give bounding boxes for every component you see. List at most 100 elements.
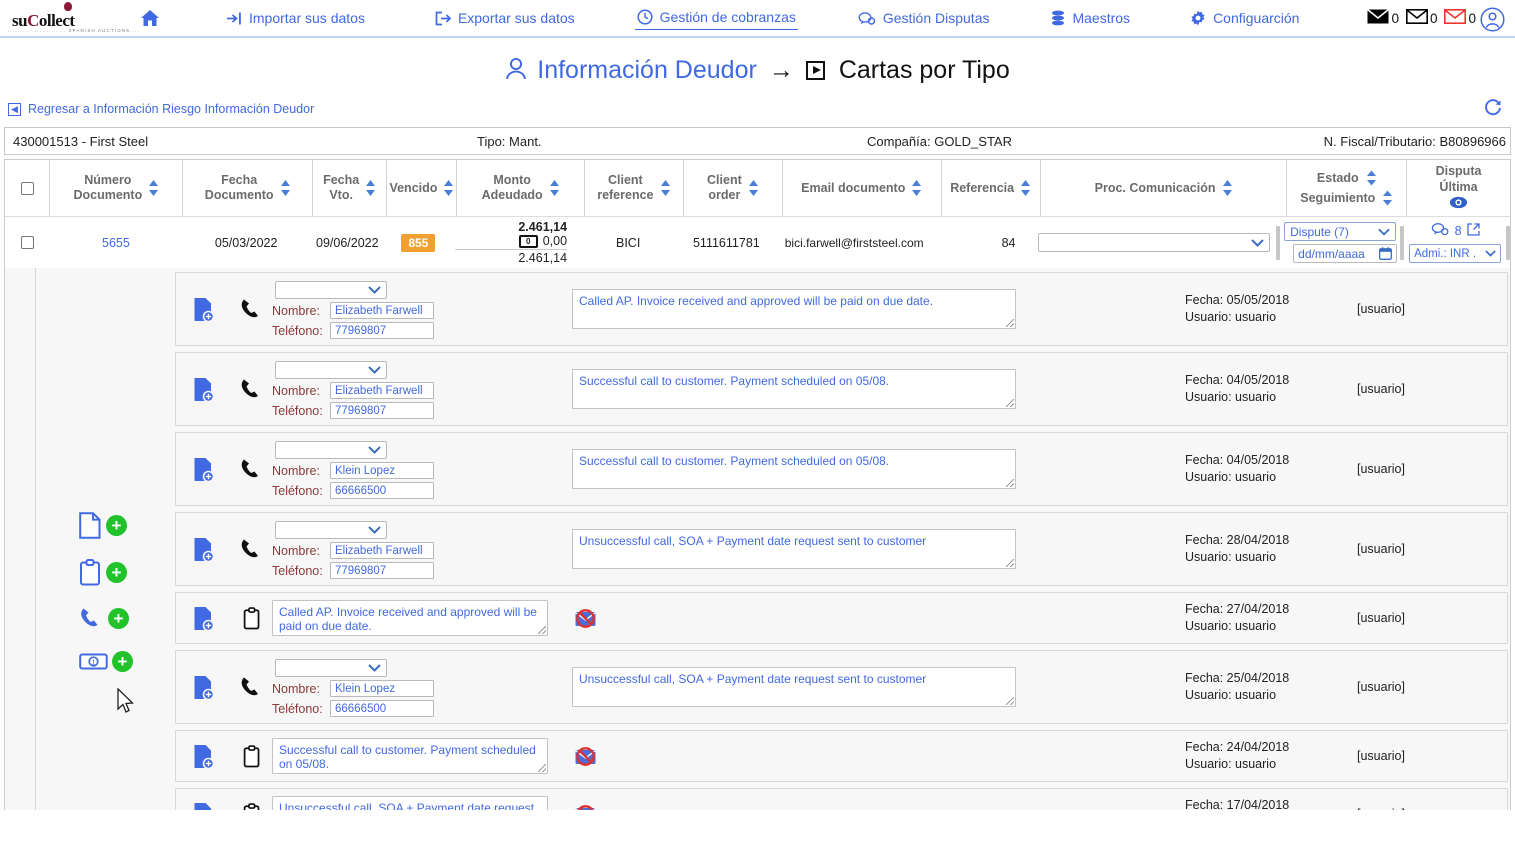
add-document-button[interactable] bbox=[79, 512, 133, 539]
sort-icon[interactable] bbox=[1222, 179, 1233, 197]
mail-blocked-button[interactable] bbox=[548, 593, 622, 643]
plus-badge-icon[interactable] bbox=[106, 562, 127, 583]
nombre-input[interactable]: Klein Lopez bbox=[330, 462, 434, 479]
seguimiento-date-input[interactable]: dd/mm/aaaa bbox=[1293, 244, 1398, 263]
activity-note-textarea[interactable]: Successful call to customer. Payment sch… bbox=[572, 369, 1016, 409]
header-referencia[interactable]: Referencia bbox=[942, 160, 1041, 216]
telefono-input[interactable]: 66666500 bbox=[330, 700, 434, 717]
add-call-button[interactable] bbox=[79, 606, 133, 631]
add-payment-button[interactable]: 1 bbox=[79, 651, 133, 672]
sort-icon[interactable] bbox=[280, 179, 291, 197]
attach-document-button[interactable] bbox=[176, 513, 232, 585]
table-row[interactable]: 5655 05/03/2022 09/06/2022 855 2.461,14 … bbox=[5, 216, 1510, 268]
sort-icon[interactable] bbox=[911, 179, 922, 197]
activity-item[interactable]: Nombre: Klein Lopez Teléfono: 66666500 S… bbox=[175, 432, 1508, 506]
add-note-button[interactable] bbox=[79, 559, 133, 586]
resize-handle[interactable] bbox=[1006, 697, 1014, 705]
resize-handle[interactable] bbox=[1006, 479, 1014, 487]
header-estado-seguimiento[interactable]: Estado Seguimiento bbox=[1287, 160, 1408, 216]
activity-note-textarea[interactable]: Unsuccessful call, SOA + Payment date re… bbox=[272, 796, 548, 810]
telefono-input[interactable]: 77969807 bbox=[330, 322, 434, 339]
activity-note-textarea[interactable]: Unsuccessful call, SOA + Payment date re… bbox=[572, 667, 1016, 707]
activity-note-textarea[interactable]: Called AP. Invoice received and approved… bbox=[272, 600, 548, 636]
user-avatar-button[interactable] bbox=[1480, 7, 1505, 35]
mail-red-icon[interactable] bbox=[1444, 9, 1467, 27]
nav-home-button[interactable] bbox=[138, 6, 162, 30]
resize-handle[interactable] bbox=[1006, 319, 1014, 327]
attach-document-button[interactable] bbox=[176, 789, 232, 810]
mail-blocked-button[interactable] bbox=[548, 731, 622, 781]
mail-outline-icon[interactable] bbox=[1405, 9, 1428, 27]
telefono-input[interactable]: 77969807 bbox=[330, 402, 434, 419]
admi-select[interactable]: Admi.: INR . bbox=[1409, 244, 1502, 263]
activity-item[interactable]: Nombre: Elizabeth Farwell Teléfono: 7796… bbox=[175, 512, 1508, 586]
eye-icon[interactable] bbox=[1449, 196, 1468, 213]
nav-item-configuracion[interactable]: Configuarción bbox=[1188, 7, 1301, 29]
dispute-chat-icon[interactable] bbox=[1431, 222, 1450, 240]
resize-handle[interactable] bbox=[538, 764, 546, 772]
activity-item[interactable]: Called AP. Invoice received and approved… bbox=[175, 592, 1508, 644]
attach-document-button[interactable] bbox=[176, 433, 232, 505]
row-checkbox[interactable] bbox=[20, 236, 34, 249]
sort-icon[interactable] bbox=[748, 179, 759, 197]
header-fecha-documento[interactable]: Fecha Documento bbox=[183, 160, 313, 216]
header-disputa-ultima[interactable]: Disputa Última bbox=[1407, 160, 1510, 216]
attach-document-button[interactable] bbox=[176, 651, 232, 723]
header-vencido[interactable]: Vencido bbox=[387, 160, 458, 216]
activity-item[interactable]: Nombre: Elizabeth Farwell Teléfono: 7796… bbox=[175, 352, 1508, 426]
activity-type-select[interactable] bbox=[275, 281, 387, 299]
nombre-input[interactable]: Elizabeth Farwell bbox=[330, 302, 434, 319]
activity-note-textarea[interactable]: Called AP. Invoice received and approved… bbox=[572, 289, 1016, 329]
attach-document-button[interactable] bbox=[176, 731, 232, 781]
attach-document-button[interactable] bbox=[176, 273, 232, 345]
resize-handle[interactable] bbox=[1006, 559, 1014, 567]
header-numero-documento[interactable]: Número Documento bbox=[50, 160, 184, 216]
attach-document-button[interactable] bbox=[176, 593, 232, 643]
row-select-cell[interactable] bbox=[5, 217, 50, 268]
sort-icon[interactable] bbox=[660, 179, 671, 197]
activity-note-textarea[interactable]: Unsuccessful call, SOA + Payment date re… bbox=[572, 529, 1016, 569]
header-proc-comunicacion[interactable]: Proc. Comunicación bbox=[1041, 160, 1288, 216]
sort-icon[interactable] bbox=[148, 179, 159, 197]
back-arrow-icon[interactable]: ◀ bbox=[8, 102, 21, 116]
header-client-order[interactable]: Client order bbox=[684, 160, 783, 216]
telefono-input[interactable]: 66666500 bbox=[330, 482, 434, 499]
activity-item[interactable]: Nombre: Klein Lopez Teléfono: 66666500 U… bbox=[175, 650, 1508, 724]
nav-item-exportar[interactable]: Exportar sus datos bbox=[433, 7, 577, 29]
attach-document-button[interactable] bbox=[176, 353, 232, 425]
resize-handle[interactable] bbox=[538, 626, 546, 634]
cell-proc-comunicacion[interactable] bbox=[1031, 217, 1276, 268]
sort-icon[interactable] bbox=[1020, 179, 1031, 197]
nombre-input[interactable]: Elizabeth Farwell bbox=[330, 542, 434, 559]
external-link-icon[interactable] bbox=[1466, 223, 1480, 239]
cell-numero-documento[interactable]: 5655 bbox=[50, 217, 182, 268]
header-monto-adeudado[interactable]: Monto Adeudado bbox=[457, 160, 585, 216]
activity-item[interactable]: Unsuccessful call, SOA + Payment date re… bbox=[175, 788, 1508, 810]
activity-type-select[interactable] bbox=[275, 659, 387, 677]
back-link[interactable]: Regresar a Información Riesgo Informació… bbox=[28, 102, 314, 116]
activity-type-select[interactable] bbox=[275, 441, 387, 459]
sort-icon[interactable] bbox=[549, 179, 560, 197]
activity-type-select[interactable] bbox=[275, 361, 387, 379]
select-all-checkbox[interactable] bbox=[20, 181, 34, 195]
telefono-input[interactable]: 77969807 bbox=[330, 562, 434, 579]
estado-select[interactable]: Dispute (7) bbox=[1284, 222, 1397, 241]
cell-disputa-ultima[interactable]: 8 Admi.: INR . bbox=[1404, 217, 1506, 268]
sort-icon[interactable] bbox=[1382, 190, 1393, 206]
nav-item-gestion-disputas[interactable]: Gestión Disputas bbox=[856, 7, 992, 29]
activity-type-select[interactable] bbox=[275, 521, 387, 539]
refresh-button[interactable] bbox=[1483, 98, 1503, 121]
activity-note-textarea[interactable]: Successful call to customer. Payment sch… bbox=[572, 449, 1016, 489]
resize-handle[interactable] bbox=[1006, 399, 1014, 407]
proc-comunicacion-select[interactable] bbox=[1037, 233, 1270, 252]
nav-item-gestion-cobranzas[interactable]: Gestión de cobranzas bbox=[634, 6, 798, 30]
nombre-input[interactable]: Klein Lopez bbox=[330, 680, 434, 697]
activity-note-textarea[interactable]: Successful call to customer. Payment sch… bbox=[272, 738, 548, 774]
mail-filled-icon[interactable] bbox=[1367, 8, 1390, 27]
plus-badge-icon[interactable] bbox=[106, 515, 127, 536]
sort-icon[interactable] bbox=[365, 179, 376, 197]
sort-icon[interactable] bbox=[1366, 170, 1377, 186]
header-email-documento[interactable]: Email documento bbox=[783, 160, 942, 216]
header-select-all[interactable] bbox=[5, 160, 51, 216]
activity-item[interactable]: Nombre: Elizabeth Farwell Teléfono: 7796… bbox=[175, 272, 1508, 346]
